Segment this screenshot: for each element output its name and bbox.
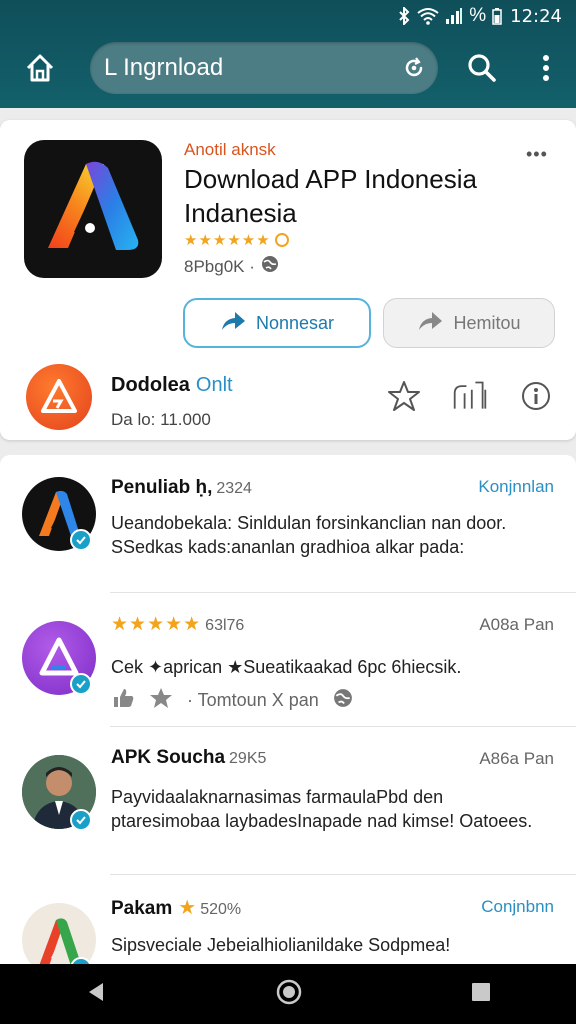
info-icon[interactable] xyxy=(518,378,554,414)
review-text: Sipsveciale Jebeialhiolianildake Sodpmea… xyxy=(111,935,451,955)
review-percent: 29K5 xyxy=(229,750,267,767)
review-text: Cek ✦aprican ★Sueatikaakad 6pc 6hiecsik. xyxy=(111,657,462,677)
app-publisher[interactable]: Anotil aknsk xyxy=(184,140,276,160)
developer-logo[interactable] xyxy=(26,364,92,430)
reviewer-name: APK Soucha 29K5 xyxy=(111,747,266,769)
search-icon[interactable] xyxy=(466,52,498,89)
review-item[interactable]: ★★★★★ 63l76 A08a Pan Cek ✦aprican ★Sueati… xyxy=(0,593,576,727)
battery-percent: % xyxy=(469,5,487,26)
download-count: Da lo: 11.000 xyxy=(111,410,211,429)
back-icon[interactable] xyxy=(84,980,108,1009)
home-circle-icon[interactable] xyxy=(275,978,303,1011)
review-actions-text: · Tomtoun X pan xyxy=(187,690,319,710)
review-text: Payvidaalaknarnasimas farmaulaPbd den pt… xyxy=(111,787,533,831)
reviewer-name-text: APK Soucha xyxy=(111,747,226,768)
app-rating: ★★★★★★ xyxy=(184,231,289,249)
card-more-icon[interactable]: ••• xyxy=(526,144,548,165)
reviewer-avatar[interactable] xyxy=(22,903,96,965)
signal-icon xyxy=(445,7,463,25)
review-item[interactable]: APK Soucha 29K5 A86a Pan Payvidaalaknarna… xyxy=(0,727,576,875)
review-item[interactable]: Pakam ★ 520% Conjnbnn Sipsveciale Jebeialh… xyxy=(0,875,576,965)
developer-name[interactable]: Dodolea Onlt xyxy=(111,374,233,397)
review-date: A08a Pan xyxy=(479,615,554,634)
review-text: Ueandobekala: Sinldulan forsinkanclian n… xyxy=(111,513,507,557)
compare-icon[interactable] xyxy=(452,378,488,414)
app-size: 8Pbg0K · xyxy=(184,256,255,276)
top-app-bar: % 12:24 L Ingrnload xyxy=(0,0,576,108)
app-detail-card: Anotil aknsk ••• Download APP Indonesia … xyxy=(0,120,576,440)
star-outline-icon[interactable] xyxy=(149,687,173,714)
globe-icon xyxy=(333,688,353,713)
recents-icon[interactable] xyxy=(470,981,492,1008)
thumbs-up-icon[interactable] xyxy=(111,687,135,714)
review-percent: 63l76 xyxy=(205,617,245,634)
forward-arrow-icon xyxy=(417,310,443,337)
reviewer-name-text: Pakam xyxy=(111,898,173,919)
review-rating: ★★★★★ 63l76 xyxy=(111,613,244,636)
rating-stars: ★★★★★★ xyxy=(184,232,271,249)
verified-badge-icon xyxy=(70,809,92,831)
reviews-list[interactable]: Penuliab ḥ, 2324 Konjnnlan Ueandobekala: … xyxy=(0,455,576,965)
developer-name-accent: Onlt xyxy=(195,374,233,396)
share-arrow-icon xyxy=(220,310,246,337)
review-item[interactable]: Penuliab ḥ, 2324 Konjnnlan Ueandobekala: … xyxy=(0,455,576,593)
share-label: Hemitou xyxy=(453,312,521,333)
search-input[interactable]: L Ingrnload xyxy=(90,42,438,94)
rating-info-icon xyxy=(274,233,289,247)
share-button[interactable]: Hemitou xyxy=(383,298,555,348)
review-link[interactable]: Konjnnlan xyxy=(478,477,554,497)
wifi-icon xyxy=(417,7,439,25)
reviewer-name-text: Penuliab ḥ, xyxy=(111,477,213,498)
star-icon: ★ xyxy=(178,897,197,919)
search-query: L Ingrnload xyxy=(104,54,224,81)
home-button[interactable] xyxy=(20,48,60,88)
status-time: 12:24 xyxy=(510,5,562,27)
review-date: A86a Pan xyxy=(479,749,554,768)
review-percent: 520% xyxy=(200,901,242,918)
review-percent: 2324 xyxy=(216,480,252,497)
install-button[interactable]: Nonnesar xyxy=(183,298,371,348)
home-icon xyxy=(26,54,54,82)
reviewer-name: Penuliab ḥ, 2324 xyxy=(111,477,252,499)
refresh-search-icon[interactable] xyxy=(402,56,426,85)
app-logo xyxy=(24,140,162,278)
favorite-star-icon[interactable] xyxy=(386,378,422,414)
more-vert-icon[interactable] xyxy=(536,52,556,89)
rating-stars: ★★★★★ xyxy=(111,614,202,635)
developer-name-text: Dodolea xyxy=(111,374,190,396)
status-bar: % 12:24 xyxy=(397,4,562,28)
verified-badge-icon xyxy=(70,529,92,551)
review-actions: · Tomtoun X pan xyxy=(111,687,353,714)
app-title: Download APP Indonesia Indanesia xyxy=(184,164,477,228)
verified-badge-icon xyxy=(70,673,92,695)
app-meta: 8Pbg0K · xyxy=(184,255,279,278)
review-link[interactable]: Conjnbnn xyxy=(481,897,554,917)
bluetooth-icon xyxy=(397,7,411,25)
reviewer-name: Pakam ★ 520% xyxy=(111,895,241,920)
system-nav-bar xyxy=(0,964,576,1024)
install-label: Nonnesar xyxy=(255,312,335,333)
globe-icon xyxy=(261,255,279,278)
battery-icon xyxy=(492,7,502,25)
